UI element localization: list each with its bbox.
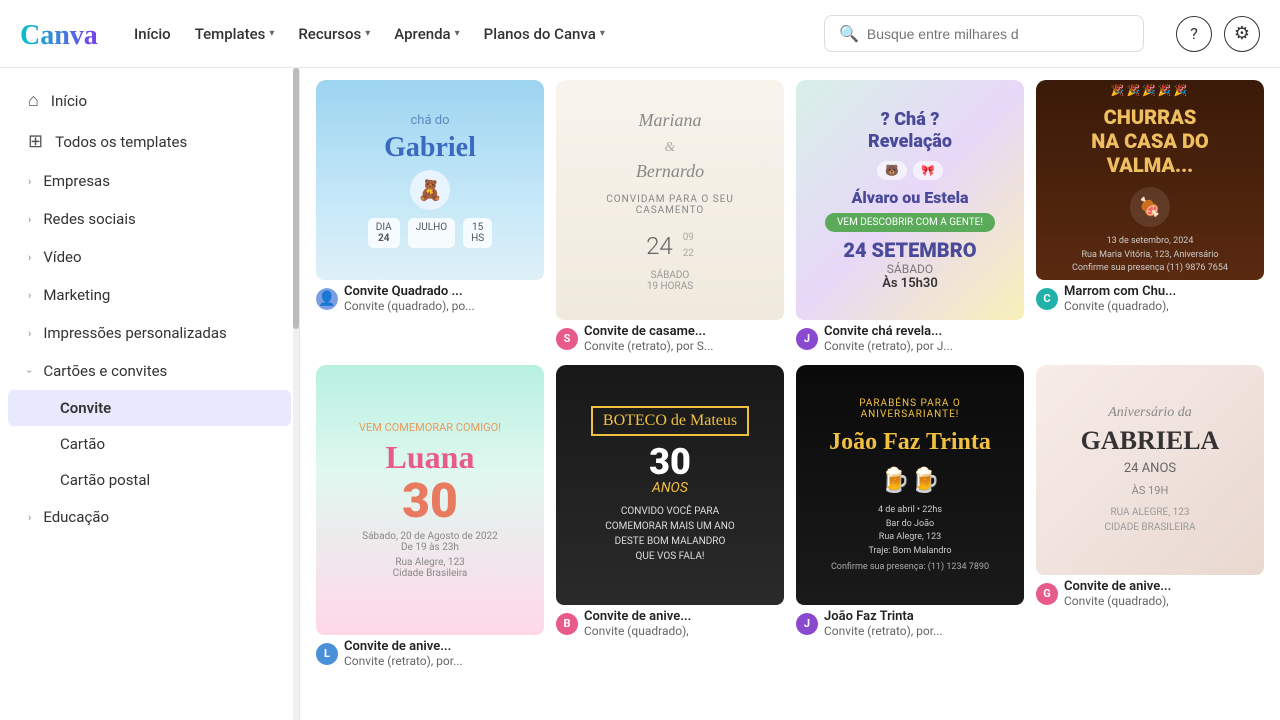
nav-planos-chevron: ▾ [600,28,605,39]
sidebar-item-todos-templates[interactable]: ⊞ Todos os templates [8,121,291,162]
chevron-video-icon: › [28,251,31,264]
card-title-revelacao: Convite chá revela... [824,324,953,339]
scrollbar-thumb [293,68,299,329]
card-title-gabriela: Convite de anive... [1064,579,1171,594]
card-avatar-gabriel: 👤 [316,288,338,310]
card-meta-joao: J João Faz Trinta Convite (retrato), por… [796,609,1024,638]
card-sub-boteco: Convite (quadrado), [584,624,691,638]
sidebar-item-empresas[interactable]: › Empresas [8,162,291,200]
main-layout: ⌂ Início ⊞ Todos os templates › Empresas… [0,68,1280,720]
card-sub-casamento: Convite (retrato), por S... [584,339,713,353]
sidebar-item-impressoes[interactable]: › Impressões personalizadas [8,314,291,352]
chevron-educacao-icon: › [28,511,31,524]
sidebar-sub-item-cartao-postal[interactable]: Cartão postal [8,462,291,498]
grid-icon: ⊞ [28,131,43,152]
main-content: chá do Gabriel 🧸 DIA24 JULHO 15HS [300,68,1280,720]
sidebar-sub-item-convite[interactable]: Convite [8,390,291,426]
template-card-boteco[interactable]: BOTECO de Mateus 30 ANOS CONVIDO VOCÊ PA… [556,365,784,668]
search-bar: 🔍 [824,15,1144,52]
template-grid: chá do Gabriel 🧸 DIA24 JULHO 15HS [316,80,1264,668]
chevron-empresas-icon: › [28,175,31,188]
settings-button[interactable]: ⚙ [1224,16,1260,52]
card-avatar-revelacao: J [796,328,818,350]
card-avatar-luana: L [316,643,338,665]
svg-text:Canva: Canva [20,20,98,50]
card-title-churrasco: Marrom com Chu... [1064,284,1176,299]
template-card-gabriel[interactable]: chá do Gabriel 🧸 DIA24 JULHO 15HS [316,80,544,353]
card-meta-casamento: S Convite de casame... Convite (retrato)… [556,324,784,353]
search-input[interactable] [867,26,1129,42]
sidebar-item-video[interactable]: › Vídeo [8,238,291,276]
home-icon: ⌂ [28,90,39,111]
help-button[interactable]: ? [1176,16,1212,52]
card-sub-gabriela: Convite (quadrado), [1064,594,1171,608]
card-sub-churrasco: Convite (quadrado), [1064,299,1176,313]
chevron-cartoes-icon: › [23,369,36,372]
settings-icon: ⚙ [1234,23,1250,44]
nav-aprenda[interactable]: Aprenda ▾ [384,19,469,49]
card-avatar-churrasco: C [1036,288,1058,310]
card-meta-gabriel: 👤 Convite Quadrado ... Convite (quadrado… [316,284,544,313]
card-title-casamento: Convite de casame... [584,324,713,339]
nav-templates-chevron: ▾ [269,28,274,39]
card-avatar-gabriela: G [1036,583,1058,605]
sidebar-item-inicio[interactable]: ⌂ Início [8,80,291,121]
sidebar-item-marketing[interactable]: › Marketing [8,276,291,314]
sidebar: ⌂ Início ⊞ Todos os templates › Empresas… [0,68,300,720]
header: Canva Início Templates ▾ Recursos ▾ Apre… [0,0,1280,68]
card-title-boteco: Convite de anive... [584,609,691,624]
card-avatar-casamento: S [556,328,578,350]
chevron-impressoes-icon: › [28,327,31,340]
nav-recursos[interactable]: Recursos ▾ [288,19,380,49]
template-card-revelacao[interactable]: ? Chá ?Revelação 🐻 🎀 Álvaro ou Estela VE… [796,80,1024,353]
card-meta-revelacao: J Convite chá revela... Convite (retrato… [796,324,1024,353]
canva-logo[interactable]: Canva [20,18,100,50]
sidebar-item-cartoes-convites[interactable]: › Cartões e convites [8,352,291,390]
card-avatar-boteco: B [556,613,578,635]
card-meta-churrasco: C Marrom com Chu... Convite (quadrado), [1036,284,1264,313]
template-card-gabriela[interactable]: Aniversário da GABRIELA 24 ANOS ÀS 19H R… [1036,365,1264,668]
template-card-churrasco[interactable]: 🎉🎉🎉🎉🎉 CHURRASNA CASA DO VALMA... 🍖 13 de… [1036,80,1264,353]
template-card-joao[interactable]: PARABÉNS PARA O ANIVERSARIANTE! João Faz… [796,365,1024,668]
template-grid-container: chá do Gabriel 🧸 DIA24 JULHO 15HS [300,68,1280,720]
scrollbar[interactable] [293,68,299,720]
card-sub-gabriel: Convite (quadrado), po... [344,299,475,313]
chevron-marketing-icon: › [28,289,31,302]
sidebar-sub-item-cartao[interactable]: Cartão [8,426,291,462]
card-avatar-joao: J [796,613,818,635]
card-sub-joao: Convite (retrato), por... [824,624,943,638]
card-title-gabriel: Convite Quadrado ... [344,284,475,299]
nav-templates[interactable]: Templates ▾ [185,19,285,49]
card-meta-boteco: B Convite de anive... Convite (quadrado)… [556,609,784,638]
nav-inicio[interactable]: Início [124,19,181,49]
nav-aprenda-chevron: ▾ [455,28,460,39]
card-title-luana: Convite de anive... [344,639,463,654]
template-card-luana[interactable]: VEM COMEMORAR COMIGO! Luana 30 Sábado, 2… [316,365,544,668]
card-title-joao: João Faz Trinta [824,609,943,624]
card-sub-revelacao: Convite (retrato), por J... [824,339,953,353]
main-nav: Início Templates ▾ Recursos ▾ Aprenda ▾ … [124,19,615,49]
header-icons: ? ⚙ [1176,16,1260,52]
search-icon: 🔍 [839,24,859,43]
sidebar-item-educacao[interactable]: › Educação [8,498,291,536]
nav-recursos-chevron: ▾ [365,28,370,39]
sidebar-item-redes-sociais[interactable]: › Redes sociais [8,200,291,238]
card-sub-luana: Convite (retrato), por... [344,654,463,668]
nav-planos[interactable]: Planos do Canva ▾ [474,19,615,49]
card-meta-gabriela: G Convite de anive... Convite (quadrado)… [1036,579,1264,608]
chevron-redes-icon: › [28,213,31,226]
template-card-casamento[interactable]: Mariana&Bernardo CONVIDAM PARA O SEU CAS… [556,80,784,353]
card-meta-luana: L Convite de anive... Convite (retrato),… [316,639,544,668]
